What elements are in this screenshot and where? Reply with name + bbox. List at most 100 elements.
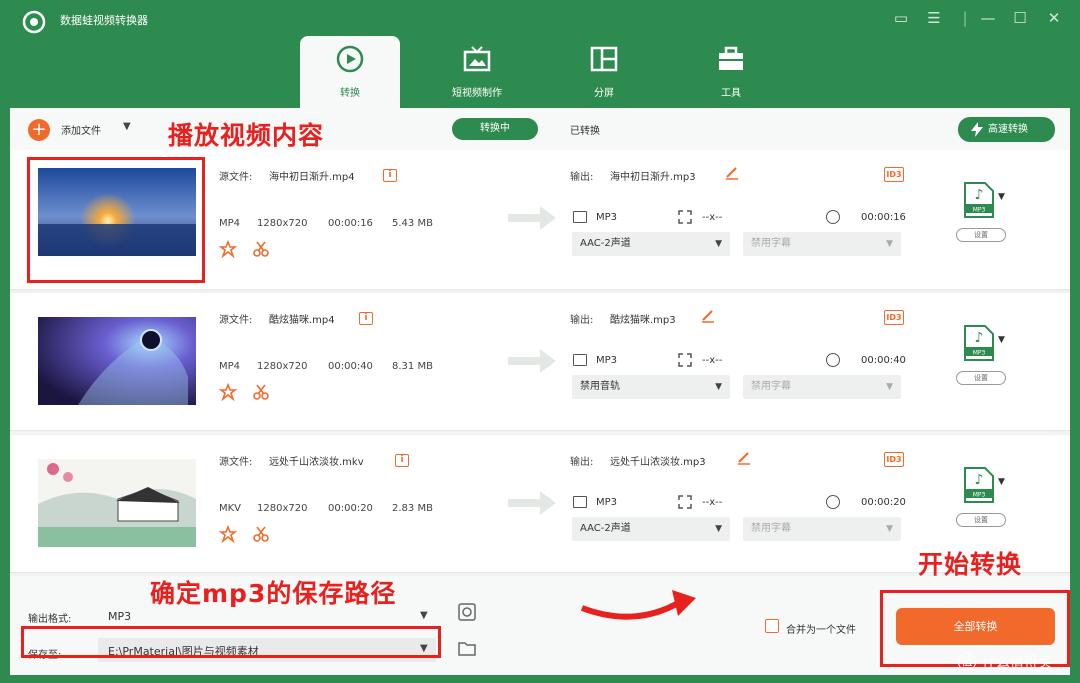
convert-arrow-icon bbox=[508, 491, 556, 515]
convert-icon bbox=[336, 45, 364, 73]
fast-convert-button[interactable]: 高速转换 bbox=[958, 117, 1055, 142]
format-icon bbox=[573, 211, 587, 223]
source-size: 2.83 MB bbox=[392, 503, 433, 514]
maximize-icon[interactable]: ☐ bbox=[1009, 8, 1031, 28]
divider: | bbox=[962, 9, 968, 27]
annotation-start-convert: 开始转换 bbox=[918, 550, 1023, 579]
merge-checkbox[interactable] bbox=[765, 619, 779, 633]
format-dropdown-icon[interactable]: ▼ bbox=[998, 192, 1005, 202]
source-resolution: 1280x720 bbox=[257, 218, 308, 229]
output-format-select[interactable]: MP3 bbox=[108, 610, 131, 623]
source-size: 5.43 MB bbox=[392, 218, 433, 229]
subtitle-select[interactable]: 禁用字幕 ▼ bbox=[743, 375, 901, 399]
output-format-dropdown-icon[interactable]: ▼ bbox=[420, 610, 428, 621]
magic-edit-icon[interactable] bbox=[219, 525, 237, 543]
output-format-label: 输出格式: bbox=[28, 614, 72, 625]
add-file-dropdown-icon[interactable]: ▼ bbox=[123, 121, 131, 132]
output-label: 输出: bbox=[570, 457, 594, 468]
annotation-play-video: 播放视频内容 bbox=[168, 121, 325, 150]
chevron-down-icon: ▼ bbox=[886, 382, 893, 392]
chevron-down-icon: ▼ bbox=[715, 524, 722, 534]
add-file-plus-icon[interactable]: + bbox=[28, 119, 50, 141]
resolution-icon bbox=[678, 210, 692, 224]
mp3-file-icon[interactable]: ♪ MP3 bbox=[963, 182, 995, 218]
clock-icon bbox=[826, 353, 840, 367]
cut-icon[interactable] bbox=[252, 240, 270, 258]
convert-arrow-icon bbox=[508, 349, 556, 373]
video-thumbnail[interactable] bbox=[38, 459, 196, 547]
audio-track-select[interactable]: AAC-2声道 ▼ bbox=[572, 517, 730, 541]
converting-tab[interactable]: 转换中 bbox=[452, 118, 538, 140]
watermark-text: 什么值得买 bbox=[982, 655, 1052, 671]
resolution-icon bbox=[678, 495, 692, 509]
info-icon[interactable]: i bbox=[359, 312, 373, 325]
tab-convert[interactable]: 转换 bbox=[300, 36, 400, 108]
tab-short-video[interactable]: 短视频制作 bbox=[427, 36, 527, 108]
source-filename: 酷炫猫咪.mp4 bbox=[269, 315, 335, 326]
source-format: MP4 bbox=[219, 218, 241, 229]
lightning-icon bbox=[971, 122, 983, 137]
magic-edit-icon[interactable] bbox=[219, 383, 237, 401]
output-filename: 海中初日渐升.mp3 bbox=[610, 172, 696, 183]
tv-icon bbox=[463, 46, 491, 72]
source-resolution: 1280x720 bbox=[257, 361, 308, 372]
menu-icon[interactable]: ☰ bbox=[923, 8, 945, 28]
id3-tag-icon[interactable]: ID3 bbox=[884, 310, 904, 325]
subtitle-select[interactable]: 禁用字幕 ▼ bbox=[743, 517, 901, 541]
svg-text:♪: ♪ bbox=[975, 472, 984, 488]
app-title: 数据蛙视频转换器 bbox=[60, 14, 148, 27]
clock-icon bbox=[826, 210, 840, 224]
rename-pen-icon[interactable] bbox=[724, 164, 740, 180]
source-label: 源文件: bbox=[219, 457, 253, 468]
rename-pen-icon[interactable] bbox=[736, 449, 752, 465]
audio-track-select[interactable]: 禁用音轨 ▼ bbox=[572, 375, 730, 399]
tab-label: 分屏 bbox=[594, 88, 614, 99]
source-duration: 00:00:40 bbox=[328, 361, 373, 372]
svg-text:♪: ♪ bbox=[975, 187, 984, 203]
tab-split-screen[interactable]: 分屏 bbox=[554, 36, 654, 108]
subtitle-value: 禁用字幕 bbox=[751, 238, 791, 249]
format-dropdown-icon[interactable]: ▼ bbox=[998, 335, 1005, 345]
title-bar: 数据蛙视频转换器 ▭ ☰ | — ☐ ✕ 转换 短视频制作 分屏 工具 bbox=[0, 0, 1080, 108]
svg-text:MP3: MP3 bbox=[973, 350, 986, 357]
output-resolution: --x-- bbox=[702, 497, 723, 508]
magic-edit-icon[interactable] bbox=[219, 240, 237, 258]
format-settings-icon[interactable] bbox=[457, 602, 477, 622]
minimize-icon[interactable]: — bbox=[977, 8, 999, 28]
converted-tab[interactable]: 已转换 bbox=[570, 122, 600, 137]
info-icon[interactable]: i bbox=[395, 454, 409, 467]
mp3-file-icon[interactable]: ♪ MP3 bbox=[963, 325, 995, 361]
source-size: 8.31 MB bbox=[392, 361, 433, 372]
info-icon[interactable]: i bbox=[383, 169, 397, 182]
source-duration: 00:00:16 bbox=[328, 218, 373, 229]
subtitle-select[interactable]: 禁用字幕 ▼ bbox=[743, 232, 901, 256]
close-icon[interactable]: ✕ bbox=[1043, 8, 1065, 28]
settings-button[interactable]: 设置 bbox=[956, 228, 1006, 242]
mp3-file-icon[interactable]: ♪ MP3 bbox=[963, 467, 995, 503]
output-duration: 00:00:20 bbox=[861, 497, 906, 508]
cut-icon[interactable] bbox=[252, 383, 270, 401]
settings-button[interactable]: 设置 bbox=[956, 513, 1006, 527]
tab-label: 转换 bbox=[340, 88, 360, 99]
open-folder-icon[interactable] bbox=[457, 638, 477, 658]
id3-tag-icon[interactable]: ID3 bbox=[884, 452, 904, 467]
output-label: 输出: bbox=[570, 315, 594, 326]
output-format: MP3 bbox=[596, 355, 618, 366]
add-file-button[interactable]: 添加文件 bbox=[61, 122, 101, 137]
cut-icon[interactable] bbox=[252, 525, 270, 543]
file-row: 源文件: 远处千山浓淡妆.mkv i MKV 1280x720 00:00:20… bbox=[10, 435, 1070, 573]
settings-button[interactable]: 设置 bbox=[956, 371, 1006, 385]
tab-tools[interactable]: 工具 bbox=[681, 36, 781, 108]
video-thumbnail[interactable] bbox=[38, 317, 196, 405]
audio-track-select[interactable]: AAC-2声道 ▼ bbox=[572, 232, 730, 256]
fast-convert-label: 高速转换 bbox=[988, 124, 1028, 135]
svg-text:♪: ♪ bbox=[975, 330, 984, 346]
feedback-icon[interactable]: ▭ bbox=[890, 8, 912, 28]
source-format: MKV bbox=[219, 503, 242, 514]
output-filename: 远处千山浓淡妆.mp3 bbox=[610, 457, 706, 468]
format-dropdown-icon[interactable]: ▼ bbox=[998, 477, 1005, 487]
audio-track-value: 禁用音轨 bbox=[580, 381, 620, 392]
rename-pen-icon[interactable] bbox=[700, 307, 716, 323]
id3-tag-icon[interactable]: ID3 bbox=[884, 167, 904, 182]
resolution-icon bbox=[678, 353, 692, 367]
